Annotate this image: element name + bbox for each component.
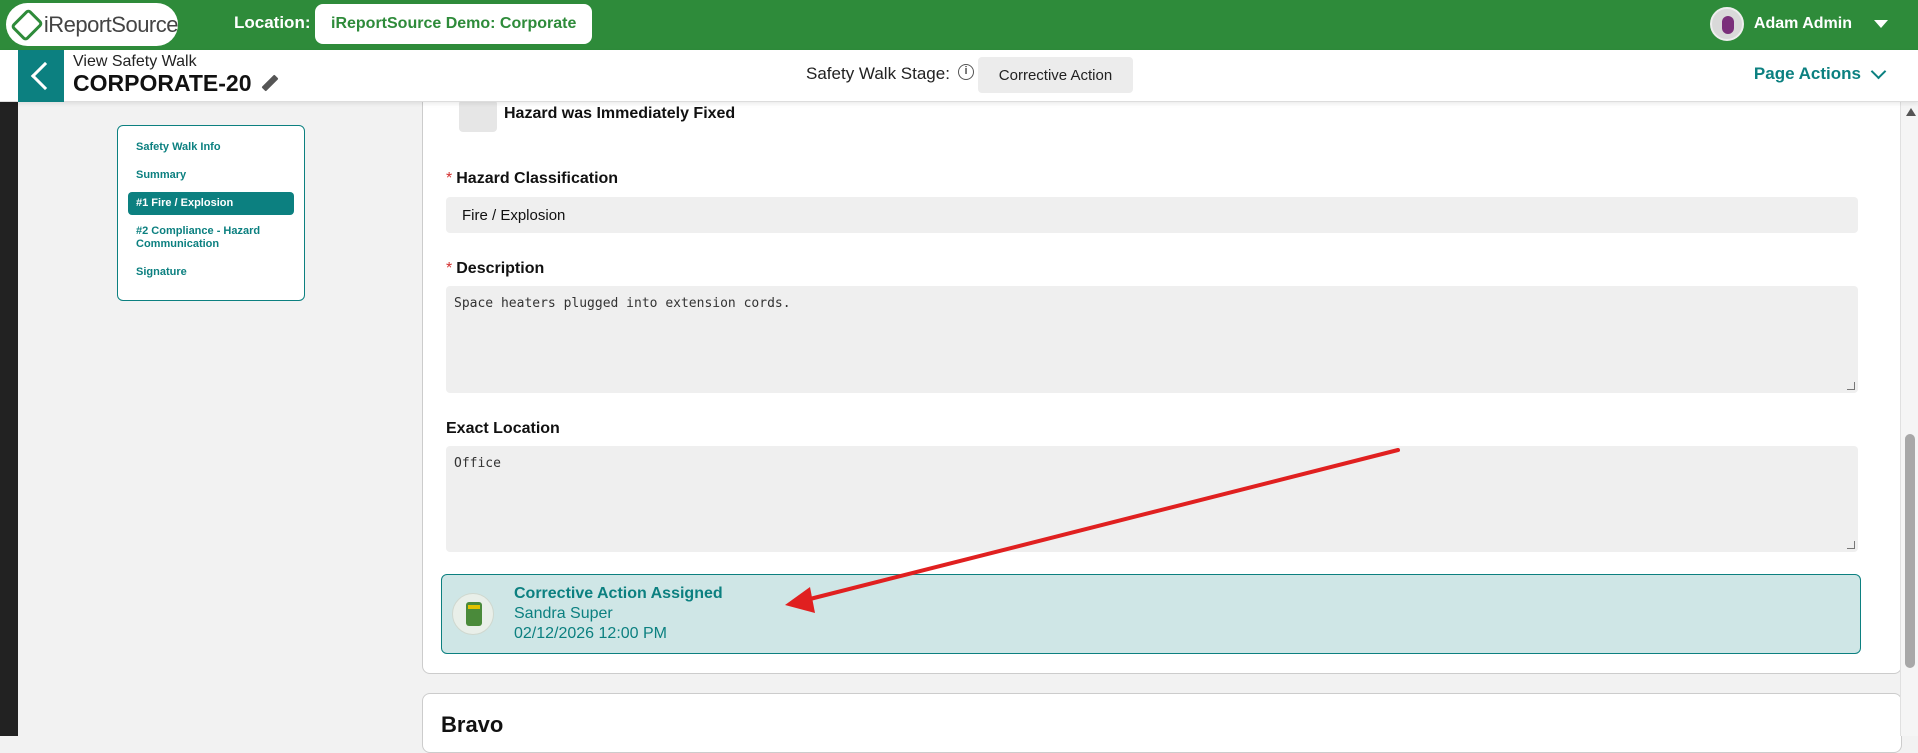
- logo-mark-icon: [10, 7, 44, 42]
- view-title: View Safety Walk: [73, 53, 197, 70]
- edit-pencil-icon[interactable]: [260, 75, 278, 93]
- main-content: Safety Walk Info Summary #1 Fire / Explo…: [18, 90, 1902, 753]
- left-edge-strip: [0, 50, 18, 736]
- location-label: Location:: [234, 13, 311, 32]
- section-nav-item[interactable]: Signature: [128, 261, 294, 284]
- exact-location-label: Exact Location: [446, 420, 560, 437]
- assignee-avatar: [452, 593, 494, 635]
- logo-text: iReportSource: [43, 11, 179, 37]
- assignee-name: Sandra Super: [514, 605, 613, 622]
- top-bar: iReportSource Location: iReportSource De…: [0, 0, 1918, 50]
- section-nav-item[interactable]: #2 Compliance - Hazard Communication: [128, 220, 294, 256]
- section-title: Bravo: [441, 712, 504, 737]
- location-selector[interactable]: iReportSource Demo: Corporate: [315, 4, 593, 44]
- chevron-down-icon: [1870, 63, 1887, 79]
- scroll-up-arrow-icon[interactable]: [1906, 108, 1916, 116]
- description-textarea[interactable]: Space heaters plugged into extension cor…: [446, 286, 1858, 393]
- app-logo[interactable]: iReportSource: [6, 3, 179, 46]
- page-scrollbar[interactable]: [1900, 102, 1918, 736]
- back-button[interactable]: [18, 50, 64, 102]
- description-value: Space heaters plugged into extension cor…: [454, 296, 791, 311]
- stage-value: Corrective Action: [978, 57, 1133, 93]
- record-header: View Safety Walk CORPORATE-20 Safety Wal…: [0, 50, 1918, 102]
- corrective-action-title: Corrective Action Assigned: [514, 585, 723, 602]
- resize-handle-icon[interactable]: [1847, 382, 1855, 390]
- scrollbar-thumb[interactable]: [1905, 434, 1915, 668]
- stage-label: Safety Walk Stage:: [806, 64, 950, 83]
- required-marker: *: [446, 170, 453, 187]
- description-label: * Description: [446, 260, 545, 277]
- resize-handle-icon[interactable]: [1847, 541, 1855, 549]
- hazard-fixed-checkbox[interactable]: [459, 100, 497, 132]
- record-id-title: CORPORATE-20: [73, 70, 278, 97]
- record-id: CORPORATE-20: [73, 70, 252, 96]
- required-marker: *: [446, 260, 453, 277]
- exact-location-value: Office: [454, 456, 501, 471]
- classification-select[interactable]: Fire / Explosion: [446, 197, 1858, 233]
- info-icon[interactable]: i: [958, 64, 974, 80]
- user-avatar: [1709, 7, 1744, 41]
- chevron-left-icon: [30, 61, 60, 91]
- hazard-fixed-label: Hazard was Immediately Fixed: [504, 105, 736, 122]
- next-section-card: Bravo: [422, 693, 1902, 753]
- classification-value: Fire / Explosion: [462, 207, 566, 224]
- robot-avatar-icon: [466, 602, 482, 626]
- page-actions-button[interactable]: Page Actions: [1753, 63, 1887, 84]
- exact-location-textarea[interactable]: Office: [446, 446, 1858, 552]
- classification-label: * Hazard Classification: [446, 170, 619, 187]
- user-name: Adam Admin: [1753, 15, 1852, 32]
- corrective-action-panel[interactable]: Corrective Action Assigned Sandra Super …: [441, 574, 1861, 654]
- caret-down-icon: [1874, 20, 1888, 28]
- section-nav-item[interactable]: Summary: [128, 164, 294, 187]
- page-actions-label: Page Actions: [1753, 64, 1861, 83]
- section-nav-item[interactable]: Safety Walk Info: [128, 136, 294, 159]
- assigned-datetime: 02/12/2026 12:00 PM: [514, 625, 668, 642]
- section-nav-item-active[interactable]: #1 Fire / Explosion: [128, 192, 294, 215]
- user-menu[interactable]: Adam Admin: [1709, 7, 1888, 41]
- section-nav: Safety Walk Info Summary #1 Fire / Explo…: [117, 125, 305, 301]
